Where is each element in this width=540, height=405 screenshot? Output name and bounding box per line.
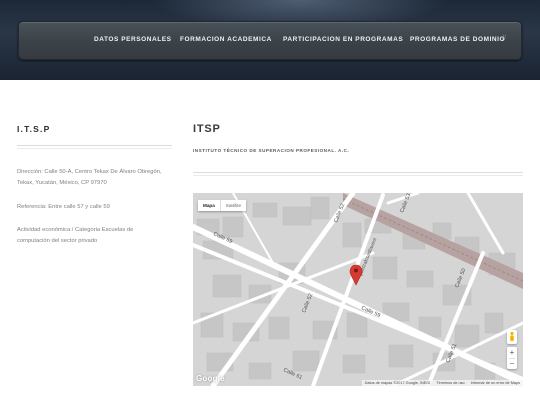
sidebar-divider	[17, 145, 172, 146]
map-canvas: Calle 52 Calle 53 Calle 59 Calle 50 Call…	[193, 193, 523, 386]
zoom-control: + −	[507, 347, 517, 369]
page-subtitle: INSTITUTO TÉCNICO DE SUPERACION PROFESIO…	[193, 148, 350, 153]
map-attribution: Datos de mapas ©2017 Google, INEGI Térmi…	[361, 380, 523, 386]
report-error-link[interactable]: Informar de un error de Maps	[471, 380, 520, 386]
location-map[interactable]: Calle 52 Calle 53 Calle 59 Calle 50 Call…	[193, 193, 523, 386]
map-type-mapa[interactable]: Mapa	[198, 200, 220, 211]
sidebar-reference: Referencia: Entre calle 57 y calle 59	[17, 204, 110, 210]
nav-participacion-en-programas[interactable]: PARTICIPACION EN PROGRAMAS	[283, 36, 403, 43]
content-divider-secondary	[193, 175, 523, 176]
header-banner: DATOS PERSONALES FORMACION ACADEMICA PAR…	[0, 0, 540, 80]
zoom-out-button[interactable]: −	[507, 358, 517, 369]
content-divider	[193, 172, 523, 173]
main-navbar: DATOS PERSONALES FORMACION ACADEMICA PAR…	[18, 21, 522, 60]
sidebar-activity: Actividad económica / Categoria Escuelas…	[17, 227, 134, 244]
page-title: ITSP	[193, 123, 221, 135]
zoom-separator	[509, 358, 515, 359]
sidebar-address: Dirección: Calle 50-A, Centro Tekax De Á…	[17, 169, 162, 186]
terms-link[interactable]: Términos de uso	[436, 380, 464, 386]
map-type-control: Mapa Satélite	[198, 200, 247, 211]
google-logo: Google	[196, 374, 225, 383]
nav-programas-de-dominio[interactable]: PROGRAMAS DE DOMINIO	[410, 36, 505, 43]
sidebar-divider-secondary	[17, 148, 172, 149]
zoom-in-button[interactable]: +	[507, 347, 517, 358]
nav-formacion-academica[interactable]: FORMACION ACADEMICA	[180, 36, 272, 43]
map-type-satelite[interactable]: Satélite	[219, 200, 246, 211]
nav-separator: //	[502, 35, 506, 42]
street-view-pegman-icon[interactable]	[507, 330, 517, 344]
map-data-credit: Datos de mapas ©2017 Google, INEGI	[364, 381, 431, 385]
nav-datos-personales[interactable]: DATOS PERSONALES	[94, 36, 172, 43]
sidebar-title: I.T.S.P	[17, 124, 51, 134]
